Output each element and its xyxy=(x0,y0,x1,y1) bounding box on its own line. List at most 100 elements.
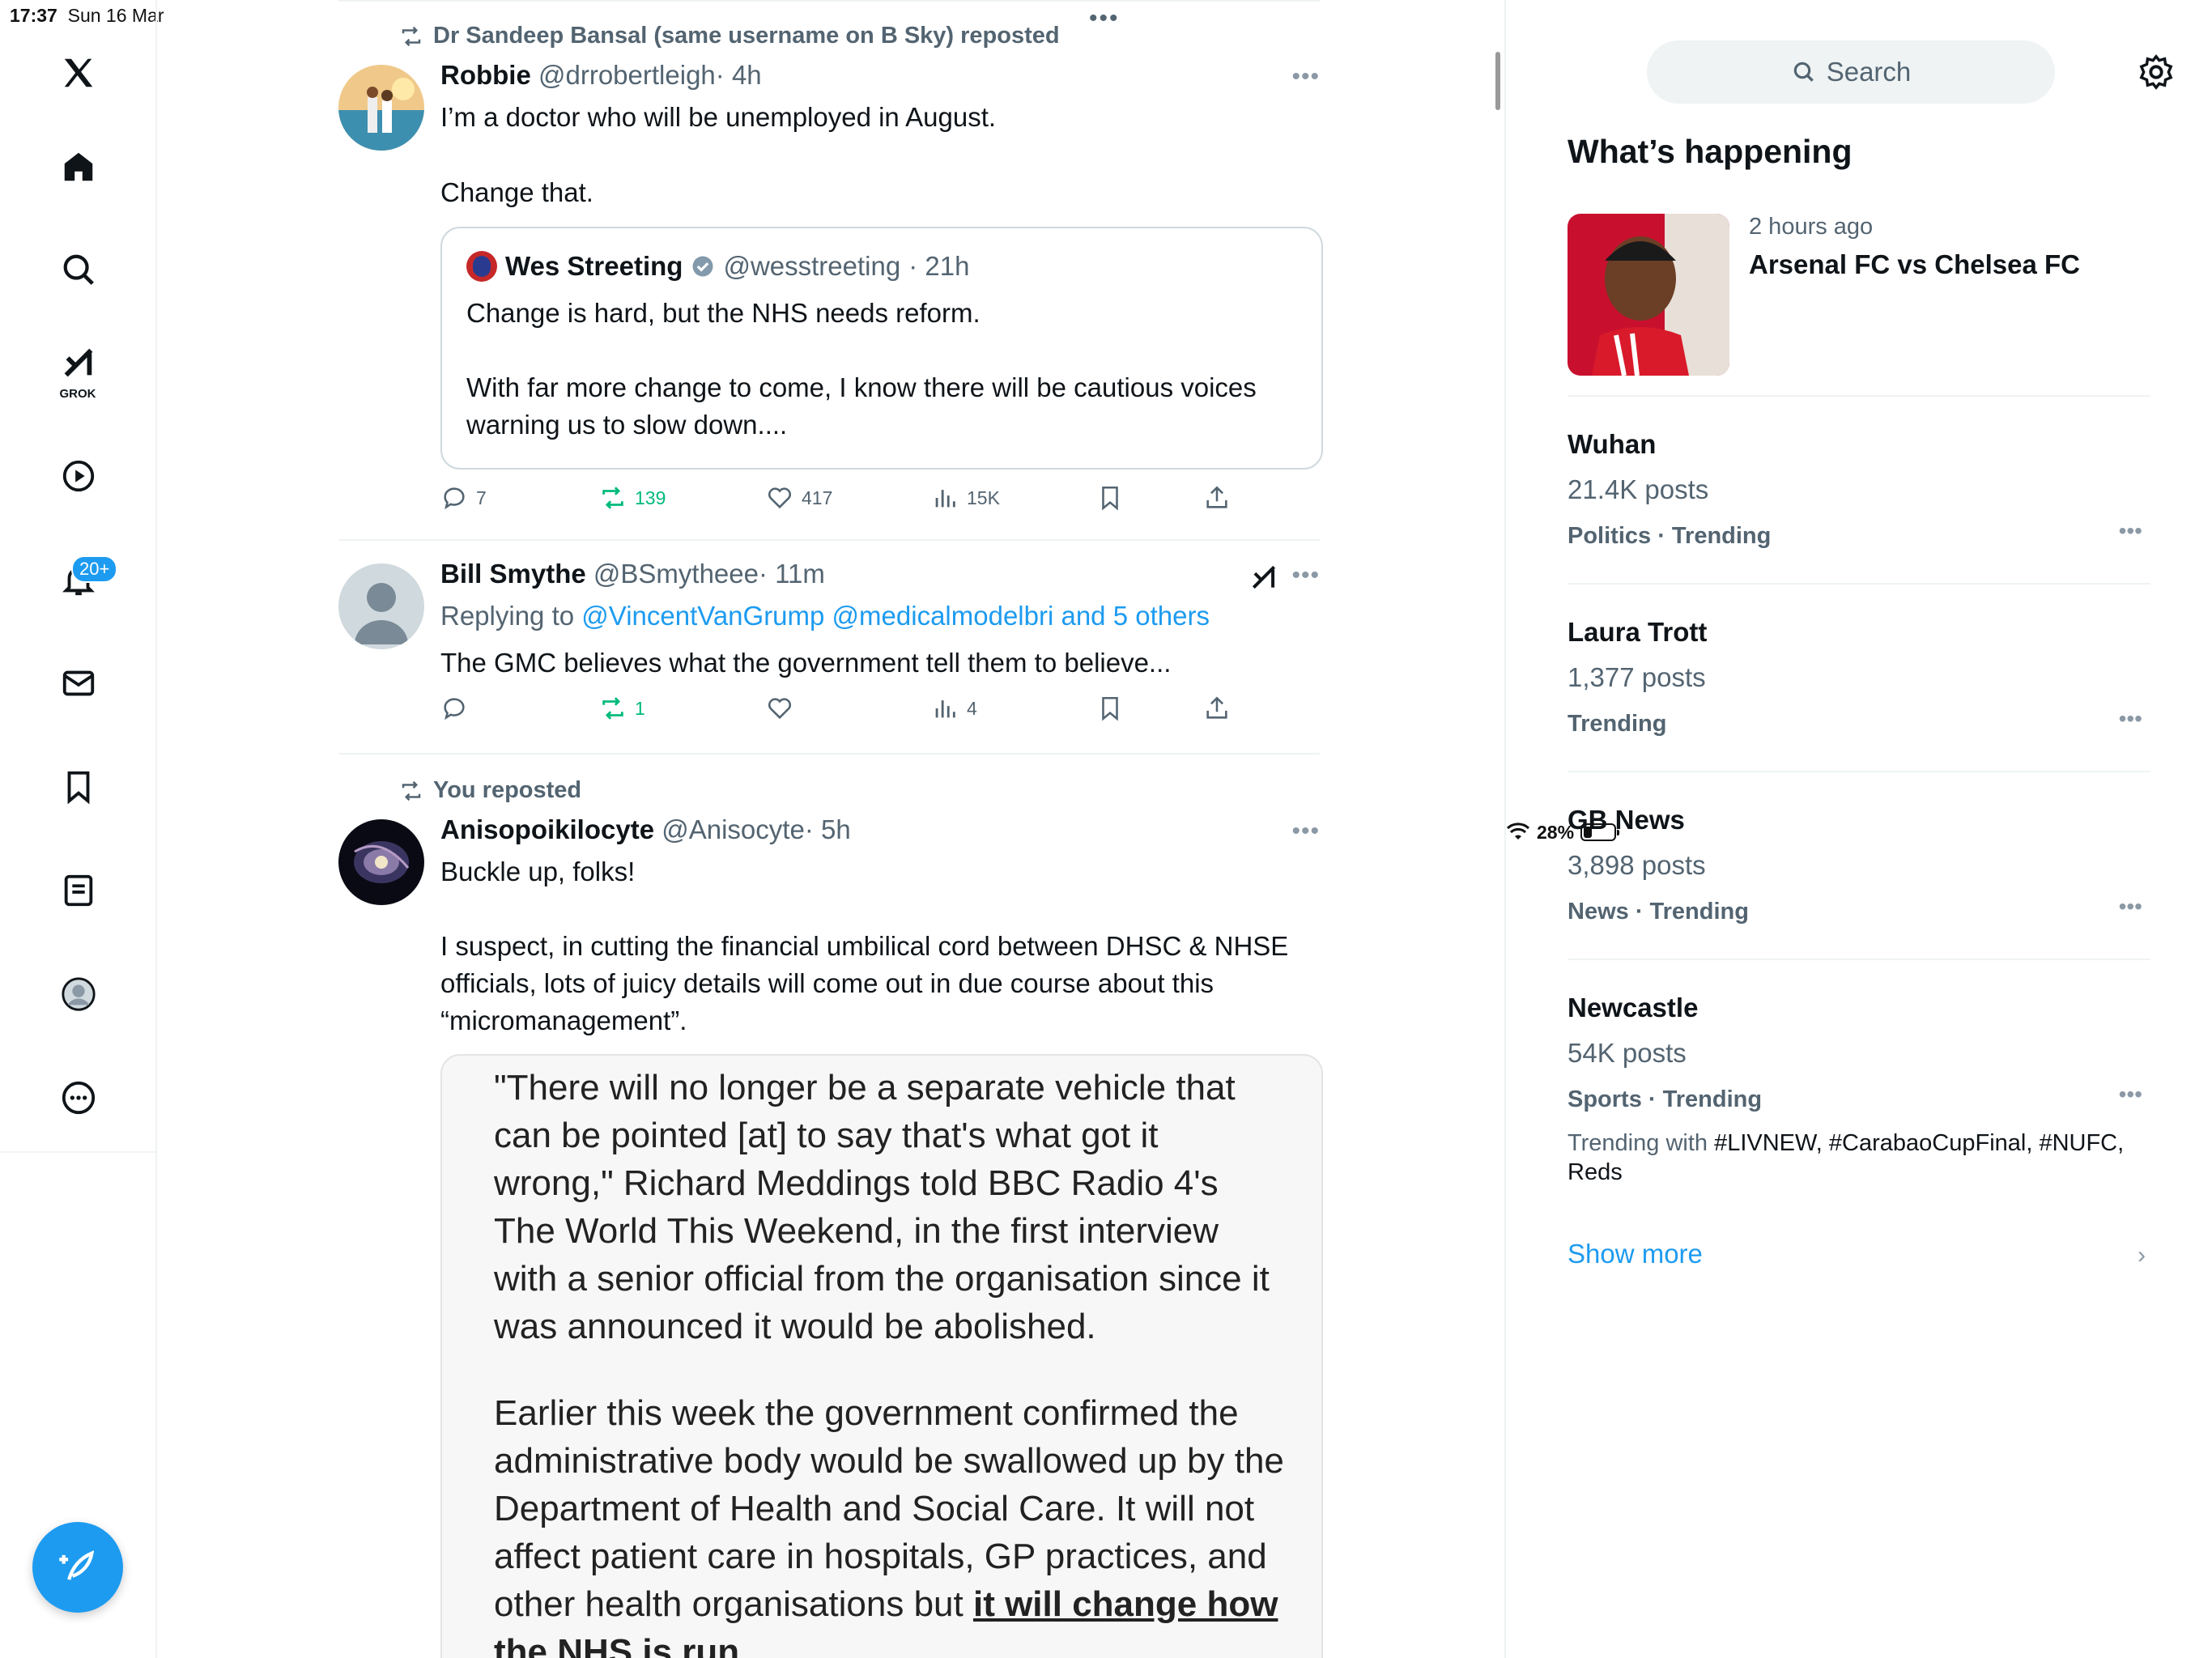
views-button[interactable]: 15K xyxy=(931,484,1000,512)
bookmarks-icon[interactable] xyxy=(54,763,103,811)
more-icon[interactable] xyxy=(54,1073,103,1122)
post-actions: 7 139 417 15K xyxy=(440,484,1323,517)
gear-icon[interactable] xyxy=(2138,53,2175,91)
lists-icon[interactable] xyxy=(54,866,103,915)
whats-happening-title: What’s happening xyxy=(1568,133,1853,170)
trend-name: Newcastle xyxy=(1568,993,1699,1022)
post-header: Anisopoikilocyte @Anisocyte· 5h xyxy=(440,814,851,845)
quote-avatar[interactable] xyxy=(466,251,497,282)
post-text: I’m a doctor who will be unemployed in A… xyxy=(440,102,997,132)
post-time[interactable]: · 11m xyxy=(759,559,825,589)
author-handle[interactable]: @BSmytheee xyxy=(593,559,759,589)
avatar[interactable] xyxy=(338,65,424,151)
author-name[interactable]: Robbie xyxy=(440,60,531,90)
author-handle[interactable]: @Anisocyte xyxy=(661,814,805,844)
heart-icon xyxy=(768,487,792,509)
grok-label: GROK xyxy=(59,387,96,401)
post-header: Robbie @drrobertleigh· 4h xyxy=(440,60,762,91)
post-time[interactable]: · 4h xyxy=(716,60,762,90)
repost-icon xyxy=(602,697,623,720)
search-icon[interactable] xyxy=(54,245,103,294)
trend-category: News · Trending xyxy=(1568,899,1749,925)
trend-related-rest[interactable]: Reds xyxy=(1568,1159,1623,1185)
repost-count: 139 xyxy=(635,487,666,508)
trend-category: Politics · Trending xyxy=(1568,523,1772,549)
trend-more-icon[interactable]: ••• xyxy=(2119,518,2142,544)
post-more-icon[interactable]: ••• xyxy=(1291,818,1320,845)
quote-text-2: With far more change to come, I know the… xyxy=(466,372,1257,440)
post-time[interactable]: · 5h xyxy=(805,814,851,844)
scrollbar[interactable] xyxy=(1495,52,1500,110)
views-icon xyxy=(935,490,955,508)
quote-header: Wes Streeting @wesstreeting · 21h xyxy=(466,251,969,282)
share-button[interactable] xyxy=(1203,484,1231,512)
trend-item[interactable]: Laura Trott 1,377 posts Trending ••• xyxy=(1568,617,2150,746)
trend-item[interactable]: GB News 3,898 posts News · Trending ••• xyxy=(1568,805,2150,934)
views-button[interactable]: 4 xyxy=(931,695,977,722)
right-sidebar: Search What’s happening 2 hours ago Arse… xyxy=(1506,0,2212,1658)
profile-icon[interactable] xyxy=(54,970,103,1018)
trend-related: Trending with #LIVNEW, #CarabaoCupFinal,… xyxy=(1568,1129,2150,1187)
search-placeholder: Search xyxy=(1826,57,1912,87)
quote-author-handle[interactable]: @wesstreeting xyxy=(723,251,900,282)
post-text-2: Change that. xyxy=(440,177,593,207)
trend-more-icon[interactable]: ••• xyxy=(2119,1082,2142,1107)
avatar[interactable] xyxy=(338,563,424,649)
divider xyxy=(1568,395,2150,397)
x-logo-icon[interactable] xyxy=(54,49,103,97)
article-screenshot-image[interactable]: "There will no longer be a separate vehi… xyxy=(440,1054,1323,1658)
post-header: Bill Smythe @BSmytheee· 11m xyxy=(440,559,825,589)
post-anisopoikilocyte[interactable]: You reposted Anisopoikilocyte @Anisocyte… xyxy=(338,755,1323,1658)
like-count: 417 xyxy=(802,487,833,508)
replying-links[interactable]: @VincentVanGrump @medicalmodelbri and 5 … xyxy=(581,601,1210,631)
quote-time: · 21h xyxy=(908,251,970,281)
repost-button[interactable]: 139 xyxy=(599,484,666,512)
post-bill-smythe[interactable]: Bill Smythe @BSmytheee· 11m ••• Replying… xyxy=(338,541,1320,753)
share-icon xyxy=(1206,486,1227,508)
quote-author-name[interactable]: Wes Streeting xyxy=(505,251,683,282)
quoted-post[interactable]: Wes Streeting @wesstreeting · 21h Change … xyxy=(440,227,1323,470)
replying-to: Replying to @VincentVanGrump @medicalmod… xyxy=(440,601,1210,631)
bookmark-button[interactable] xyxy=(1096,484,1124,512)
avatar[interactable] xyxy=(338,819,424,905)
post-more-icon[interactable]: ••• xyxy=(1291,63,1320,91)
compose-post-button[interactable] xyxy=(32,1522,123,1613)
compose-feather-icon xyxy=(59,1550,95,1580)
repost-context-text: You reposted xyxy=(433,777,582,803)
grok-icon[interactable] xyxy=(1249,562,1279,593)
share-button[interactable] xyxy=(1203,695,1231,722)
trend-posts: 54K posts xyxy=(1568,1038,1687,1068)
trend-name: Laura Trott xyxy=(1568,617,1708,647)
reply-button[interactable] xyxy=(440,695,468,722)
grok-icon[interactable] xyxy=(54,338,103,387)
like-button[interactable] xyxy=(766,695,793,722)
verified-badge-icon xyxy=(692,256,713,277)
search-input[interactable]: Search xyxy=(1647,40,2055,104)
post-more-icon[interactable]: ••• xyxy=(1291,562,1320,589)
post-robbie[interactable]: Dr Sandeep Bansal (same username on B Sk… xyxy=(338,0,1323,541)
repost-icon xyxy=(402,26,421,46)
event-thumbnail-image xyxy=(1568,214,1729,376)
author-handle[interactable]: @drrobertleigh xyxy=(538,60,716,90)
repost-icon xyxy=(602,487,623,509)
like-button[interactable]: 417 xyxy=(766,484,832,512)
article-paragraph-2: Earlier this week the government confirm… xyxy=(494,1389,1287,1658)
trend-related-tags[interactable]: #LIVNEW, #CarabaoCupFinal, #NUFC, xyxy=(1714,1130,2124,1156)
trend-posts: 21.4K posts xyxy=(1568,474,1709,504)
event-time: 2 hours ago xyxy=(1749,214,1874,240)
messages-icon[interactable] xyxy=(54,659,103,708)
author-name[interactable]: Bill Smythe xyxy=(440,559,586,589)
show-more-link[interactable]: Show more xyxy=(1568,1239,1703,1269)
repost-button[interactable]: 1 xyxy=(599,695,645,722)
trend-item[interactable]: Newcastle 54K posts Sports · Trending ••… xyxy=(1568,993,2150,1187)
reply-button[interactable]: 7 xyxy=(440,484,487,512)
view-count: 15K xyxy=(967,487,1000,508)
trend-item[interactable]: Wuhan 21.4K posts Politics · Trending ••… xyxy=(1568,429,2150,559)
trend-more-icon[interactable]: ••• xyxy=(2119,706,2142,732)
video-icon[interactable] xyxy=(54,452,103,500)
bookmark-button[interactable] xyxy=(1096,695,1124,722)
author-name[interactable]: Anisopoikilocyte xyxy=(440,814,654,844)
trend-more-icon[interactable]: ••• xyxy=(2119,894,2142,920)
event-item[interactable]: 2 hours ago Arsenal FC vs Chelsea FC xyxy=(1568,214,2150,376)
home-icon[interactable] xyxy=(54,142,103,191)
